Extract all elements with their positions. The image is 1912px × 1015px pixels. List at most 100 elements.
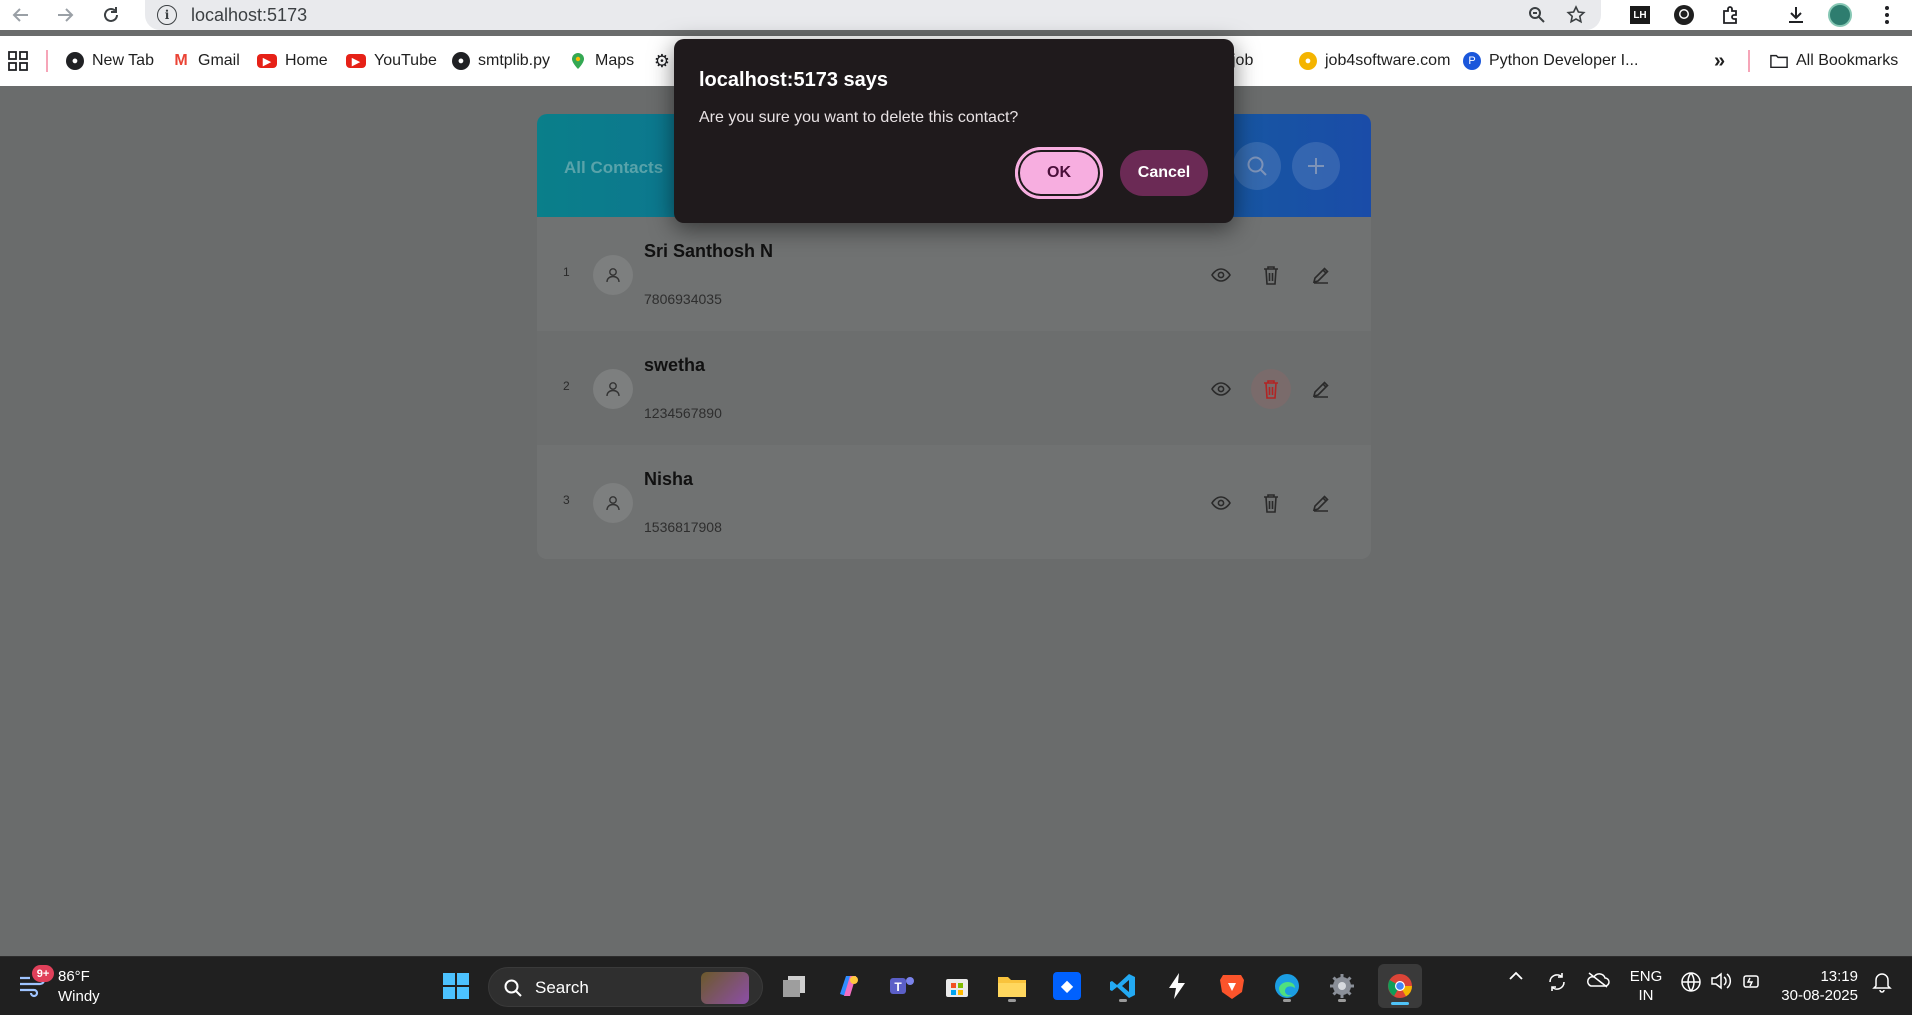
- globe-icon: ●: [452, 52, 470, 70]
- contact-row[interactable]: 3 Nisha 1536817908: [537, 445, 1371, 559]
- volume-icon[interactable]: [1710, 971, 1732, 991]
- contact-name: swetha: [644, 355, 706, 375]
- clock-time: 13:19: [1820, 968, 1858, 985]
- bookmarks-overflow-button[interactable]: »: [1714, 48, 1725, 74]
- windows-start-icon[interactable]: [437, 967, 475, 1005]
- extensions-puzzle-icon[interactable]: [1717, 3, 1743, 27]
- search-icon: [504, 979, 522, 997]
- notification-bell-icon[interactable]: [1872, 971, 1892, 993]
- back-arrow-icon[interactable]: [8, 3, 34, 27]
- taskbar-search-label: Search: [535, 978, 589, 997]
- bookmark-job4software[interactable]: ● job4software.com: [1299, 48, 1450, 74]
- taskbar-search-box[interactable]: Search: [488, 967, 763, 1007]
- trash-icon: [1264, 266, 1278, 285]
- copilot-icon[interactable]: [829, 967, 867, 1005]
- search-contacts-button[interactable]: [1233, 142, 1281, 190]
- youtube-icon: ▶: [346, 54, 366, 68]
- all-bookmarks-label: All Bookmarks: [1796, 52, 1899, 69]
- sync-icon[interactable]: [1546, 971, 1568, 993]
- all-bookmarks-button[interactable]: All Bookmarks: [1770, 48, 1898, 74]
- contact-name: Nisha: [644, 469, 694, 489]
- edit-contact-button[interactable]: [1301, 483, 1341, 523]
- trash-icon: [1264, 380, 1278, 399]
- bookmark-python-developer[interactable]: P Python Developer I...: [1463, 48, 1638, 74]
- dropbox-icon[interactable]: ◆: [1048, 967, 1086, 1005]
- address-bar[interactable]: i localhost:5173: [145, 0, 1601, 30]
- ok-button[interactable]: OK: [1015, 147, 1103, 199]
- battery-charging-icon[interactable]: [1740, 971, 1762, 991]
- weather-widget[interactable]: 9+: [18, 965, 54, 1001]
- bookmark-job[interactable]: job: [1232, 48, 1253, 74]
- menu-kebab-icon[interactable]: [1874, 3, 1900, 27]
- svg-text:T: T: [894, 980, 902, 994]
- microsoft-store-icon[interactable]: [938, 967, 976, 1005]
- chrome-icon[interactable]: [1378, 964, 1422, 1008]
- pencil-icon: [1312, 267, 1329, 284]
- bookmark-smtplib[interactable]: ● smtplib.py: [452, 48, 550, 74]
- eye-icon: [1211, 382, 1231, 396]
- clock[interactable]: 13:19 30-08-2025: [1778, 967, 1858, 1005]
- delete-contact-button[interactable]: [1251, 483, 1291, 523]
- bookmark-maps[interactable]: Maps: [569, 48, 634, 74]
- site-info-icon[interactable]: i: [157, 5, 177, 25]
- onedrive-offline-icon[interactable]: [1586, 971, 1610, 989]
- view-contact-button[interactable]: [1201, 369, 1241, 409]
- edit-contact-button[interactable]: [1301, 369, 1341, 409]
- bookmark-label: YouTube: [374, 52, 437, 69]
- bookmark-home[interactable]: ▶ Home: [257, 48, 328, 74]
- show-hidden-icons-chevron-icon[interactable]: [1508, 971, 1524, 981]
- language-indicator[interactable]: ENG IN: [1626, 967, 1666, 1005]
- forward-arrow-icon[interactable]: [52, 3, 78, 27]
- delete-contact-button[interactable]: [1251, 255, 1291, 295]
- github-extension-icon[interactable]: [1671, 3, 1697, 27]
- running-indicator: [1008, 999, 1016, 1002]
- edit-contact-button[interactable]: [1301, 255, 1341, 295]
- globe-icon: ●: [66, 52, 84, 70]
- brave-icon[interactable]: [1213, 967, 1251, 1005]
- eye-icon: [1211, 496, 1231, 510]
- profile-avatar-icon[interactable]: [1827, 3, 1853, 27]
- settings-gear-icon[interactable]: [1323, 967, 1361, 1005]
- cancel-button[interactable]: Cancel: [1120, 150, 1208, 196]
- vscode-icon[interactable]: [1104, 967, 1142, 1005]
- bookmark-label: Gmail: [198, 52, 240, 69]
- contact-name: Sri Santhosh N: [644, 241, 774, 261]
- address-url[interactable]: localhost:5173: [191, 5, 307, 26]
- bookmark-gmail[interactable]: M Gmail: [172, 48, 240, 74]
- delete-contact-button[interactable]: [1251, 369, 1291, 409]
- view-contact-button[interactable]: [1201, 483, 1241, 523]
- avatar: [593, 255, 633, 295]
- person-icon: [606, 268, 620, 283]
- youtube-home-icon: ▶: [257, 54, 277, 68]
- lightning-app-icon[interactable]: [1158, 967, 1196, 1005]
- search-icon: [1247, 156, 1267, 176]
- contact-phone: 7806934035: [644, 291, 722, 307]
- contact-row[interactable]: 1 Sri Santhosh N 7806934035: [537, 217, 1371, 331]
- folder-icon: [1770, 52, 1788, 70]
- zoom-icon[interactable]: [1525, 4, 1549, 26]
- teams-icon[interactable]: T: [883, 967, 921, 1005]
- network-globe-icon[interactable]: [1680, 971, 1702, 993]
- bookmark-label: Home: [285, 52, 328, 69]
- maps-pin-icon: [569, 52, 587, 70]
- bookmark-star-icon[interactable]: [1564, 4, 1588, 26]
- add-contact-button[interactable]: [1292, 142, 1340, 190]
- edge-icon[interactable]: [1268, 967, 1306, 1005]
- bookmark-youtube[interactable]: ▶ YouTube: [346, 48, 437, 74]
- running-indicator: [1338, 999, 1346, 1002]
- contact-row[interactable]: 2 swetha 1234567890: [537, 331, 1371, 445]
- language-region: IN: [1638, 987, 1654, 1004]
- view-contact-button[interactable]: [1201, 255, 1241, 295]
- download-icon[interactable]: [1783, 3, 1809, 27]
- bookmark-new-tab[interactable]: ● New Tab: [66, 48, 154, 74]
- bookmark-label: smtplib.py: [478, 52, 551, 69]
- contact-phone: 1234567890: [644, 405, 722, 421]
- lighthouse-extension-icon[interactable]: LH: [1627, 3, 1653, 27]
- contact-index: 2: [563, 379, 570, 393]
- task-view-icon[interactable]: [775, 967, 813, 1005]
- file-explorer-icon[interactable]: [993, 967, 1031, 1005]
- reload-icon[interactable]: [98, 3, 124, 27]
- windows-taskbar: 9+ 86°F Windy Search T ◆ ENG IN 13:19 30…: [0, 956, 1912, 1015]
- apps-grid-icon[interactable]: [8, 48, 28, 74]
- contact-phone: 1536817908: [644, 519, 722, 535]
